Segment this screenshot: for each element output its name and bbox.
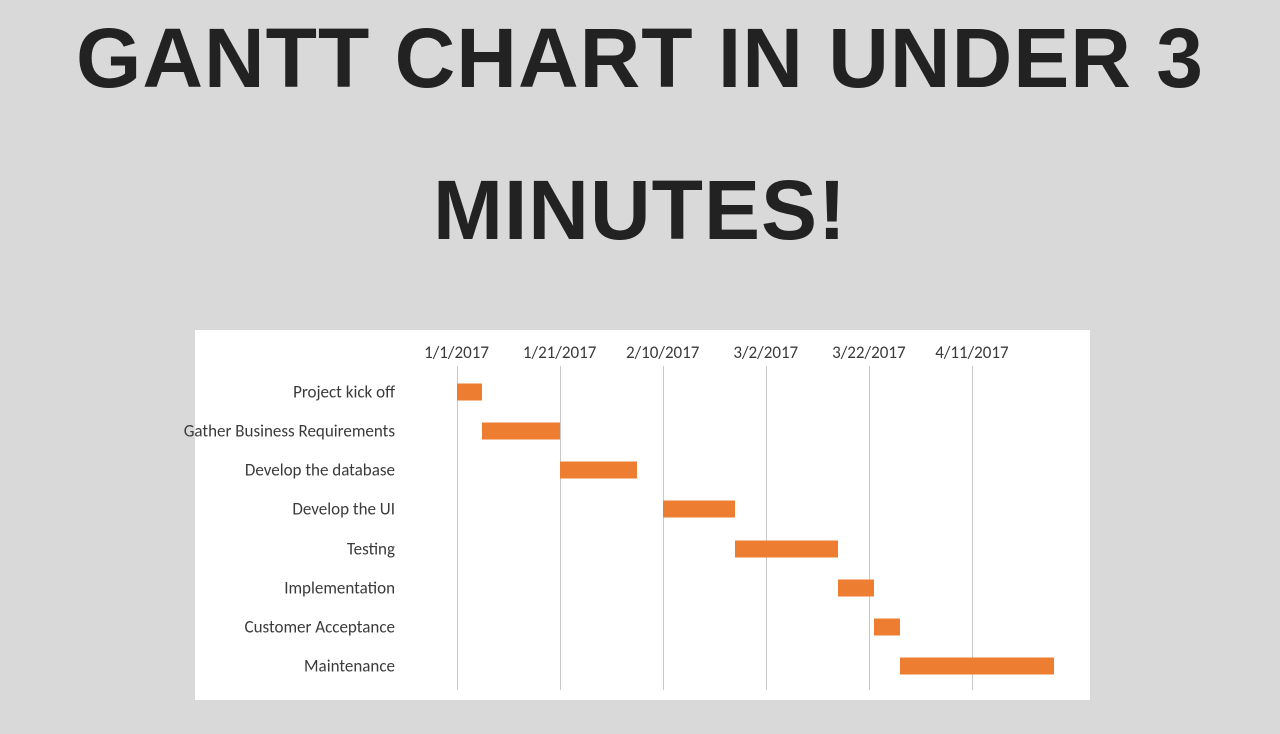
gantt-bar: [735, 540, 838, 557]
task-label: Customer Acceptance: [165, 617, 405, 638]
gantt-bar: [900, 658, 1055, 675]
gridline: [560, 366, 561, 690]
x-tick-label: 2/10/2017: [626, 342, 699, 363]
task-label: Maintenance: [165, 656, 405, 677]
x-tick-label: 3/22/2017: [832, 342, 905, 363]
heading-line-1: GANTT CHART IN UNDER 3: [0, 14, 1280, 102]
gantt-chart: 1/1/2017 1/21/2017 2/10/2017 3/2/2017 3/22/2…: [195, 330, 1090, 700]
gantt-bar: [838, 579, 874, 596]
gantt-bar: [874, 619, 900, 636]
gridline: [869, 366, 870, 690]
heading-line-2: MINUTES!: [0, 166, 1280, 254]
gantt-bar: [482, 422, 559, 439]
task-label: Implementation: [165, 577, 405, 598]
gridline: [663, 366, 664, 690]
task-label: Develop the UI: [165, 499, 405, 520]
plot-area: 1/1/2017 1/21/2017 2/10/2017 3/2/2017 3/22/2…: [405, 342, 1075, 690]
gridline: [972, 366, 973, 690]
x-tick-label: 4/11/2017: [935, 342, 1008, 363]
task-label: Project kick off: [165, 381, 405, 402]
gridline: [457, 366, 458, 690]
task-label: Testing: [165, 538, 405, 559]
gantt-bar: [457, 383, 483, 400]
task-label: Gather Business Requirements: [165, 420, 405, 441]
gantt-bar: [663, 501, 735, 518]
gantt-bar: [560, 462, 637, 479]
gridline: [766, 366, 767, 690]
x-tick-label: 1/1/2017: [424, 342, 489, 363]
x-tick-label: 1/21/2017: [523, 342, 596, 363]
x-tick-label: 3/2/2017: [733, 342, 798, 363]
task-label: Develop the database: [165, 460, 405, 481]
